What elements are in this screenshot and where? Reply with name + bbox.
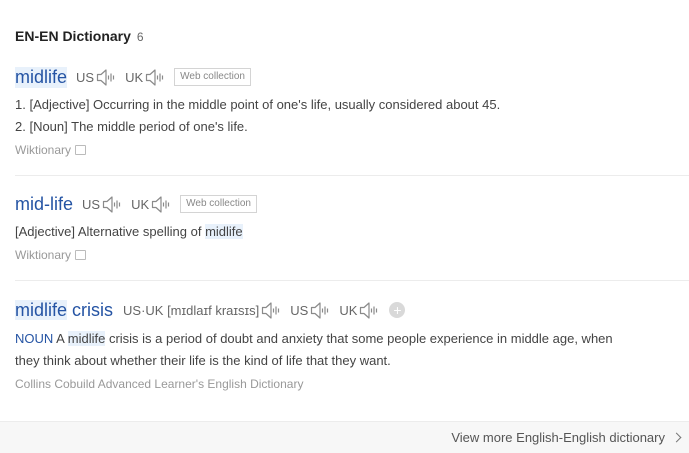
view-more-label[interactable]: View more English-English dictionary [451, 430, 665, 445]
source-name[interactable]: Wiktionary [15, 143, 71, 157]
speaker-icon[interactable] [102, 195, 122, 214]
phonetic: US·UK [mɪdlaɪf kraɪsɪs] [123, 302, 260, 318]
view-more-link[interactable]: View more English-English dictionary [451, 430, 682, 445]
web-collection-badge[interactable]: Web collection [180, 195, 257, 213]
source-name[interactable]: Collins Cobuild Advanced Learner's Engli… [15, 377, 303, 391]
definition-highlight: midlife [67, 331, 106, 346]
definition: [Adjective] Alternative spelling of midl… [15, 221, 689, 243]
chevron-right-icon [671, 432, 682, 443]
headword[interactable]: midlife crisis [15, 299, 113, 321]
us-label: US [82, 196, 101, 212]
speaker-icon[interactable] [310, 301, 330, 320]
definition: 1. [Adjective] Occurring in the middle p… [15, 97, 501, 112]
speaker-icon[interactable] [145, 68, 165, 87]
speaker-icon[interactable] [96, 68, 116, 87]
entry-mid-life: mid-life US UK Web collection [Adjective… [15, 192, 689, 264]
dictionary-header: EN-EN Dictionary 6 [15, 28, 144, 44]
definition-link[interactable]: midlife [205, 224, 243, 239]
source-line: Collins Cobuild Advanced Learner's Engli… [15, 375, 689, 393]
copy-icon[interactable] [75, 250, 87, 260]
entry-midlife: midlife US UK Web collection 1. [Adjecti… [15, 65, 689, 159]
definition: NOUN A midlife crisis is a period of dou… [15, 331, 613, 346]
headword[interactable]: mid-life [15, 194, 73, 215]
speaker-icon[interactable] [151, 195, 171, 214]
dictionary-title: EN-EN Dictionary [15, 28, 131, 44]
definition-continued: they think about whether their life is t… [15, 353, 391, 368]
definition: 2. [Noun] The middle period of one's lif… [15, 119, 248, 134]
divider [15, 280, 689, 281]
source-line: Wiktionary [15, 141, 689, 159]
definition-text: [Adjective] Alternative spelling of [15, 224, 206, 239]
part-of-speech: NOUN [15, 331, 54, 346]
entry-midlife-crisis: midlife crisis US·UK [mɪdlaɪf kraɪsɪs] U… [15, 298, 689, 393]
headword[interactable]: midlife [15, 66, 68, 88]
web-collection-badge[interactable]: Web collection [174, 68, 251, 86]
speaker-icon[interactable] [261, 301, 281, 320]
uk-label: UK [339, 302, 358, 318]
divider [15, 175, 689, 176]
speaker-icon[interactable] [359, 301, 379, 320]
copy-icon[interactable] [75, 145, 87, 155]
footer-bar: View more English-English dictionary [0, 421, 689, 453]
uk-label: UK [131, 196, 150, 212]
source-name[interactable]: Wiktionary [15, 248, 71, 262]
us-label: US [76, 69, 95, 85]
result-count: 6 [136, 30, 144, 44]
uk-label: UK [125, 69, 144, 85]
source-line: Wiktionary [15, 246, 689, 264]
us-label: US [290, 302, 309, 318]
plus-icon[interactable]: + [389, 302, 406, 318]
